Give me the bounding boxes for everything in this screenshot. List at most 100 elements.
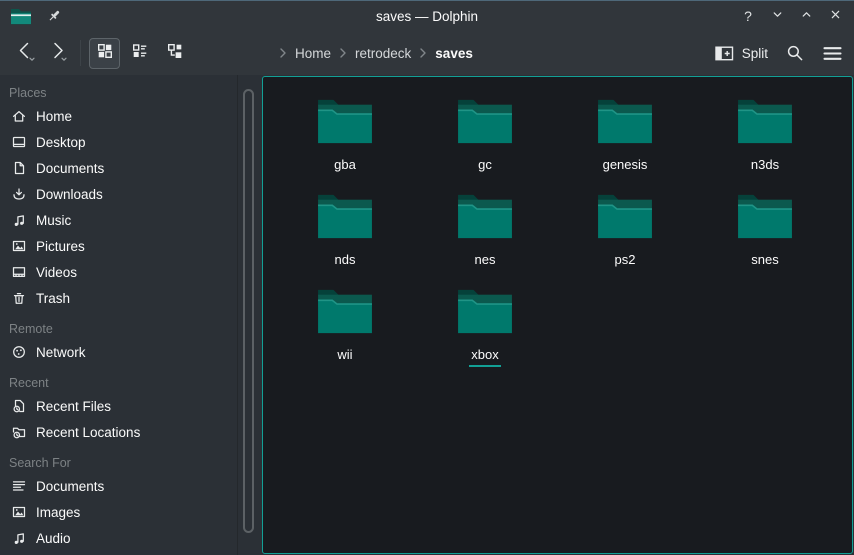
- chevron-down-icon: [770, 7, 785, 25]
- folder-item-gc[interactable]: gc: [415, 93, 555, 188]
- window-title: saves — Dolphin: [0, 9, 854, 24]
- home-icon: [11, 108, 27, 124]
- places-panel: Places Home Desktop Documents Downloads Music…: [0, 75, 238, 555]
- folder-item-nes[interactable]: nes: [415, 188, 555, 283]
- breadcrumb-home[interactable]: Home: [295, 46, 331, 61]
- sidebar-scrollbar-track[interactable]: [238, 75, 262, 555]
- minimize-button[interactable]: [768, 7, 786, 25]
- sidebar-item-label: Downloads: [36, 187, 103, 202]
- sidebar-item-label: Music: [36, 213, 71, 228]
- search-button[interactable]: [786, 44, 805, 63]
- sidebar-item-label: Audio: [36, 531, 71, 546]
- document-icon: [11, 160, 27, 176]
- breadcrumb-saves[interactable]: saves: [435, 46, 473, 61]
- hamburger-menu-icon: [823, 44, 842, 63]
- folder-label: ps2: [613, 253, 638, 268]
- sidebar-item-home[interactable]: Home: [0, 103, 237, 129]
- sidebar-item-label: Recent Files: [36, 399, 111, 414]
- compact-view-icon: [132, 43, 148, 64]
- image-icon: [11, 504, 27, 520]
- details-tree-view-icon: [167, 43, 183, 64]
- sidebar-item-desktop[interactable]: Desktop: [0, 129, 237, 155]
- breadcrumb-separator-icon: [338, 46, 348, 60]
- icons-view-button[interactable]: [89, 38, 120, 69]
- folder-item-gba[interactable]: gba: [275, 93, 415, 188]
- video-icon: [11, 264, 27, 280]
- image-icon: [11, 238, 27, 254]
- folder-label: gc: [476, 158, 494, 173]
- folder-icon: [314, 283, 376, 342]
- folder-item-n3ds[interactable]: n3ds: [695, 93, 835, 188]
- details-view-button[interactable]: [159, 38, 190, 69]
- breadcrumb-separator-icon: [418, 46, 428, 60]
- sidebar-item-recent-locations[interactable]: Recent Locations: [0, 419, 237, 445]
- folder-item-snes[interactable]: snes: [695, 188, 835, 283]
- recent-file-icon: [11, 398, 27, 414]
- folder-item-wii[interactable]: wii: [275, 283, 415, 378]
- sidebar-item-downloads[interactable]: Downloads: [0, 181, 237, 207]
- folder-icon: [454, 93, 516, 152]
- back-button[interactable]: [10, 37, 42, 69]
- sidebar-item-pictures[interactable]: Pictures: [0, 233, 237, 259]
- close-button[interactable]: [826, 7, 844, 25]
- sidebar-item-music[interactable]: Music: [0, 207, 237, 233]
- menu-button[interactable]: [823, 44, 842, 63]
- folder-icon: [594, 188, 656, 247]
- help-button[interactable]: ?: [739, 7, 757, 25]
- folder-icon: [314, 93, 376, 152]
- sidebar-item-videos[interactable]: Videos: [0, 259, 237, 285]
- sidebar-scrollbar-thumb[interactable]: [243, 89, 254, 533]
- trash-icon: [11, 290, 27, 306]
- sidebar-item-label: Desktop: [36, 135, 86, 150]
- sidebar-item-label: Pictures: [36, 239, 85, 254]
- recent-folder-icon: [11, 424, 27, 440]
- sidebar-item-label: Network: [36, 345, 86, 360]
- compact-view-button[interactable]: [124, 38, 155, 69]
- chevron-left-icon: [14, 39, 38, 68]
- sidebar-item-trash[interactable]: Trash: [0, 285, 237, 311]
- folder-label: xbox: [469, 348, 500, 367]
- search-icon: [786, 44, 805, 63]
- sidebar-item-label: Documents: [36, 479, 104, 494]
- forward-button[interactable]: [42, 37, 74, 69]
- chevron-up-icon: [799, 7, 814, 25]
- folder-label: nes: [473, 253, 498, 268]
- music-note-icon: [11, 212, 27, 228]
- split-button[interactable]: Split: [715, 46, 768, 61]
- sidebar-section-recent: Recent: [0, 373, 237, 393]
- close-icon: [828, 7, 843, 25]
- folder-item-genesis[interactable]: genesis: [555, 93, 695, 188]
- folder-label: gba: [332, 158, 358, 173]
- maximize-button[interactable]: [797, 7, 815, 25]
- sidebar-item-audio[interactable]: Audio: [0, 525, 237, 551]
- sidebar-item-documents[interactable]: Documents: [0, 473, 237, 499]
- breadcrumb-retrodeck[interactable]: retrodeck: [355, 46, 411, 61]
- network-icon: [11, 344, 27, 360]
- sidebar-item-recent-files[interactable]: Recent Files: [0, 393, 237, 419]
- split-button-label: Split: [742, 46, 768, 61]
- sidebar-item-label: Images: [36, 505, 80, 520]
- titlebar[interactable]: saves — Dolphin ?: [0, 1, 854, 31]
- sidebar-item-label: Trash: [36, 291, 70, 306]
- folder-icon: [454, 188, 516, 247]
- download-icon: [11, 186, 27, 202]
- folder-label: wii: [335, 348, 354, 363]
- folder-icon: [314, 188, 376, 247]
- dolphin-window: saves — Dolphin ?: [0, 0, 854, 555]
- toolbar-separator: [80, 40, 81, 66]
- folder-item-ps2[interactable]: ps2: [555, 188, 695, 283]
- text-lines-icon: [11, 478, 27, 494]
- sidebar-item-documents[interactable]: Documents: [0, 155, 237, 181]
- pin-icon[interactable]: [46, 8, 62, 24]
- folder-item-nds[interactable]: nds: [275, 188, 415, 283]
- toolbar: Home retrodeck saves Split: [0, 31, 854, 75]
- sidebar-item-network[interactable]: Network: [0, 339, 237, 365]
- sidebar-item-label: Videos: [36, 265, 77, 280]
- icons-view-icon: [97, 43, 113, 64]
- folder-item-xbox[interactable]: xbox: [415, 283, 555, 378]
- sidebar-item-label: Home: [36, 109, 72, 124]
- sidebar-section-search-for: Search For: [0, 453, 237, 473]
- sidebar-section-places: Places: [0, 83, 237, 103]
- sidebar-item-images[interactable]: Images: [0, 499, 237, 525]
- folder-icon: [734, 188, 796, 247]
